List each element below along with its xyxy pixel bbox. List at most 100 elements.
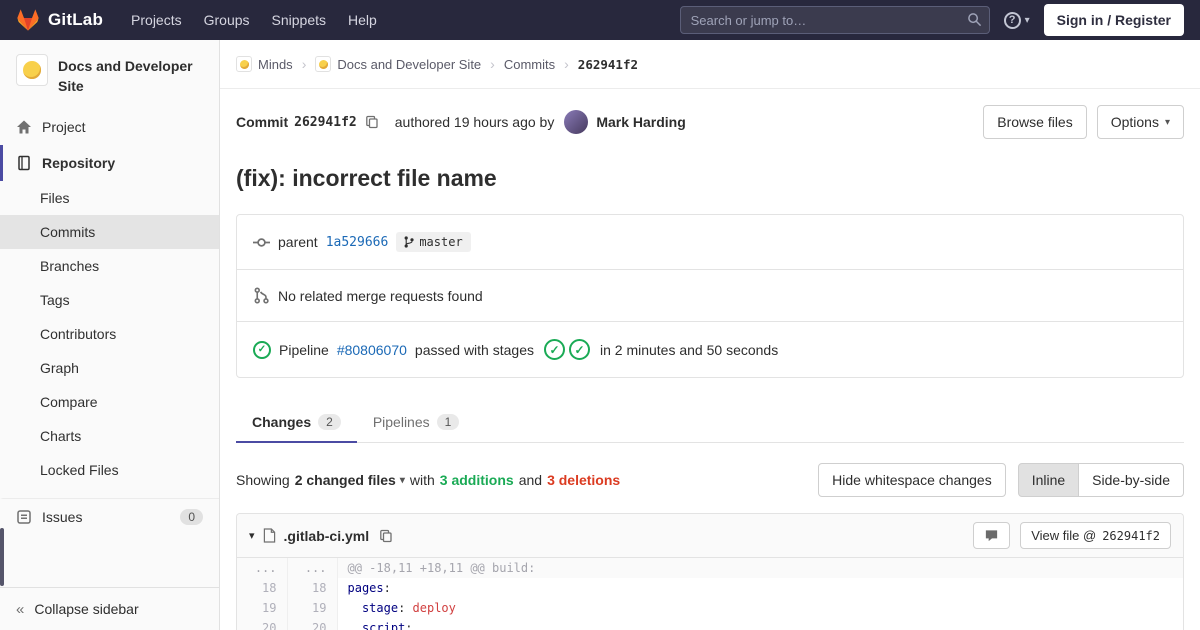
changed-files-dropdown[interactable]: 2 changed files ▾ xyxy=(295,472,405,488)
breadcrumb: Minds › Docs and Developer Site › Commit… xyxy=(220,40,1200,89)
diff-code-row: 20 20 script: xyxy=(237,618,1183,630)
chevron-down-icon: ▾ xyxy=(1164,116,1170,128)
project-title: Docs and Developer Site xyxy=(58,58,193,95)
new-line-number[interactable]: 20 xyxy=(287,618,338,630)
sidebar-item-tags[interactable]: Tags xyxy=(0,283,219,317)
sign-in-button[interactable]: Sign in / Register xyxy=(1043,4,1184,36)
pipeline-id-link[interactable]: #80806070 xyxy=(337,342,407,358)
author-avatar xyxy=(564,110,589,134)
yaml-key: script xyxy=(347,621,406,630)
merge-requests-row: No related merge requests found xyxy=(237,269,1183,321)
commit-tabs: Changes 2 Pipelines 1 xyxy=(236,402,1184,443)
yaml-value: deploy xyxy=(412,601,456,615)
nav-projects[interactable]: Projects xyxy=(131,12,182,28)
pipeline-duration-text: in 2 minutes and 50 seconds xyxy=(599,341,779,358)
sidebar-item-branches[interactable]: Branches xyxy=(0,249,219,283)
stage-passed-icon[interactable]: ✓ xyxy=(568,339,590,360)
view-file-button[interactable]: View file @ 262941f2 xyxy=(1020,522,1171,549)
sidebar-item-graph[interactable]: Graph xyxy=(0,351,219,385)
code-line: stage: deploy xyxy=(337,598,1183,618)
file-name: .gitlab-ci.yml xyxy=(283,527,370,544)
merge-requests-text: No related merge requests found xyxy=(278,287,483,304)
help-menu[interactable]: ? ▾ xyxy=(1003,11,1030,29)
side-by-side-view-button[interactable]: Side-by-side xyxy=(1078,463,1184,497)
old-line-number[interactable]: 20 xyxy=(237,618,288,630)
primary-nav: Projects Groups Snippets Help xyxy=(131,12,377,28)
project-context-link[interactable]: Docs and Developer Site xyxy=(0,40,219,109)
nav-help[interactable]: Help xyxy=(348,12,377,28)
old-line-number[interactable]: 18 xyxy=(237,578,288,598)
breadcrumb-label: Commits xyxy=(503,56,556,72)
nav-snippets[interactable]: Snippets xyxy=(272,12,326,28)
commit-sha: 262941f2 xyxy=(294,114,357,130)
old-line-number[interactable]: ... xyxy=(237,558,288,578)
commit-info-box: parent 1a529666 master No related merge … xyxy=(236,214,1184,378)
author-name-link[interactable]: Mark Harding xyxy=(596,114,685,130)
copy-icon xyxy=(365,115,378,129)
breadcrumb-commits-link[interactable]: Commits xyxy=(504,57,555,72)
sidebar-item-locked-files[interactable]: Locked Files xyxy=(0,453,219,487)
nav-groups[interactable]: Groups xyxy=(204,12,250,28)
new-line-number[interactable]: 19 xyxy=(287,598,338,618)
view-file-label: View file @ xyxy=(1031,528,1097,543)
authored-text: authored 19 hours ago by xyxy=(394,114,555,130)
hide-whitespace-button[interactable]: Hide whitespace changes xyxy=(818,463,1006,497)
file-icon xyxy=(263,528,275,543)
tab-pipelines[interactable]: Pipelines 1 xyxy=(357,402,476,443)
branch-name: master xyxy=(419,235,463,249)
chevron-right-icon: › xyxy=(564,56,569,72)
diff-view-toggle: Inline Side-by-side xyxy=(1017,463,1184,497)
branch-ref-badge[interactable]: master xyxy=(396,232,471,252)
sidebar-item-compare[interactable]: Compare xyxy=(0,385,219,419)
breadcrumb-group-link[interactable]: Minds xyxy=(236,56,293,72)
diff-code-row: 19 19 stage: deploy xyxy=(237,598,1183,618)
and-label: and xyxy=(518,472,543,488)
gitlab-home-link[interactable]: GitLab xyxy=(16,8,103,32)
browse-files-button[interactable]: Browse files xyxy=(983,105,1087,139)
diff-code-row: 18 18 pages: xyxy=(237,578,1183,598)
breadcrumb-project-link[interactable]: Docs and Developer Site xyxy=(315,56,481,72)
yaml-key: stage xyxy=(347,601,399,615)
toggle-comments-button[interactable] xyxy=(973,522,1011,549)
sidebar-scrollbar-thumb[interactable] xyxy=(0,528,4,586)
project-avatar xyxy=(16,54,48,86)
copy-sha-button[interactable] xyxy=(363,113,381,131)
sidebar-item-repository[interactable]: Repository xyxy=(0,144,219,181)
sidebar-item-label: Project xyxy=(42,118,86,135)
pipeline-status-icon: ✓ xyxy=(253,340,271,359)
deletions-count: 3 deletions xyxy=(547,472,621,488)
stage-passed-icon[interactable]: ✓ xyxy=(543,339,565,360)
with-label: with xyxy=(409,472,435,488)
tab-changes[interactable]: Changes 2 xyxy=(236,402,357,443)
sidebar-item-charts[interactable]: Charts xyxy=(0,419,219,453)
options-dropdown-button[interactable]: Options ▾ xyxy=(1096,105,1184,139)
parent-sha-link[interactable]: 1a529666 xyxy=(326,235,389,250)
collapse-icon: « xyxy=(16,600,25,618)
copy-file-path-button[interactable] xyxy=(377,527,395,545)
sidebar-item-contributors[interactable]: Contributors xyxy=(0,317,219,351)
pipeline-label: Pipeline xyxy=(279,341,329,358)
issues-icon xyxy=(17,509,31,524)
yaml-key: pages xyxy=(347,581,384,595)
collapse-diff-icon[interactable]: ▾ xyxy=(249,529,255,542)
chevron-right-icon: › xyxy=(490,56,495,72)
issues-count-badge: 0 xyxy=(180,508,203,525)
parent-label: parent xyxy=(278,234,318,250)
new-line-number[interactable]: ... xyxy=(287,558,338,578)
sidebar-item-commits[interactable]: Commits xyxy=(0,214,219,249)
inline-view-button[interactable]: Inline xyxy=(1017,463,1080,497)
collapse-sidebar-button[interactable]: « Collapse sidebar xyxy=(0,587,219,630)
home-icon xyxy=(17,120,31,134)
search-icon xyxy=(967,13,981,27)
sidebar-item-files[interactable]: Files xyxy=(0,181,219,215)
search-input[interactable] xyxy=(679,6,990,34)
changed-files-label: 2 changed files xyxy=(294,472,396,488)
new-line-number[interactable]: 18 xyxy=(287,578,338,598)
sidebar-item-project[interactable]: Project xyxy=(0,109,219,145)
sidebar-item-issues[interactable]: Issues 0 xyxy=(0,497,219,535)
old-line-number[interactable]: 19 xyxy=(237,598,288,618)
comment-icon xyxy=(986,530,998,542)
brand-name: GitLab xyxy=(48,10,104,29)
additions-count: 3 additions xyxy=(439,472,514,488)
code-line: script: xyxy=(337,618,1183,630)
